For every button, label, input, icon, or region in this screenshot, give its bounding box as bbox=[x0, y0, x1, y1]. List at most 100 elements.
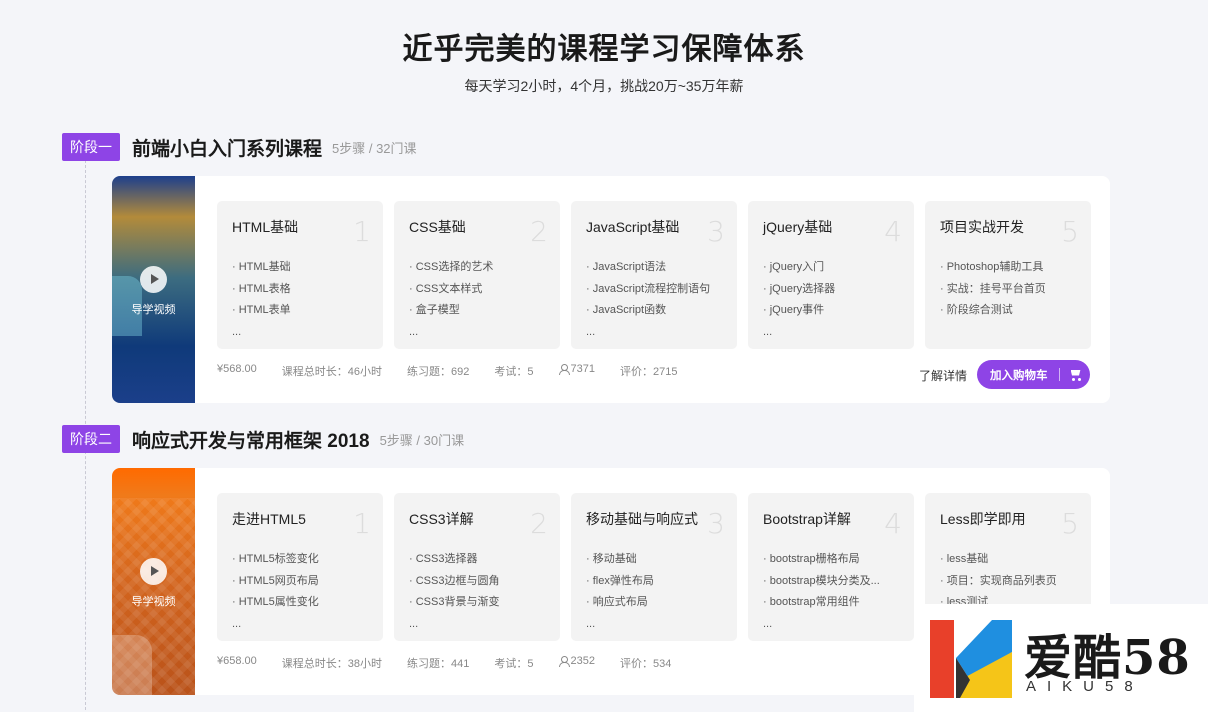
exam-count: 考试：5 bbox=[494, 366, 534, 378]
module-title: 走进HTML5 bbox=[232, 511, 306, 527]
details-link[interactable]: 了解详情 bbox=[919, 367, 967, 384]
module-item: · CSS3边框与圆角 bbox=[409, 574, 500, 587]
module-item: · bootstrap常用组件 bbox=[763, 596, 860, 608]
module-item: · jQuery事件 bbox=[763, 304, 825, 316]
module-number: 5 bbox=[1061, 507, 1079, 540]
module-card[interactable]: CSS3详解 2 · CSS3选择器 · CSS3边框与圆角 · CSS3背景与… bbox=[394, 493, 560, 641]
module-item: ... bbox=[763, 617, 773, 630]
module-item: · CSS选择的艺术 bbox=[409, 261, 494, 273]
user-icon bbox=[558, 364, 570, 375]
module-item: · bootstrap模块分类及... bbox=[763, 574, 880, 587]
watermark: 爱酷58 AIKU58 bbox=[914, 604, 1208, 712]
module-title: CSS3详解 bbox=[409, 511, 474, 527]
module-item: · CSS文本样式 bbox=[409, 282, 483, 295]
module-number: 3 bbox=[707, 507, 725, 540]
module-title: JavaScript基础 bbox=[586, 219, 680, 235]
stage-header-1: 阶段一 前端小白入门系列课程 5步骤 / 32门课 bbox=[62, 133, 417, 161]
stage-meta: 5步骤 / 30门课 bbox=[379, 432, 465, 448]
module-card[interactable]: 走进HTML5 1 · HTML5标签变化 · HTML5网页布局 · HTML… bbox=[217, 493, 383, 641]
module-title: Bootstrap详解 bbox=[763, 511, 851, 527]
module-item: · HTML5网页布局 bbox=[232, 574, 319, 587]
add-to-cart-button[interactable]: 加入购物车 bbox=[977, 360, 1090, 389]
module-card[interactable]: CSS基础 2 · CSS选择的艺术 · CSS文本样式 · 盒子模型 ... bbox=[394, 201, 560, 349]
module-item: · 项目：实现商品列表页 bbox=[940, 574, 1057, 587]
module-title: jQuery基础 bbox=[763, 219, 833, 235]
module-card[interactable]: jQuery基础 4 · jQuery入门 · jQuery选择器 · jQue… bbox=[748, 201, 914, 349]
watermark-subtext: AIKU58 bbox=[1026, 678, 1144, 695]
module-item: · 实战：挂号平台首页 bbox=[940, 282, 1046, 295]
price: ¥658.00 bbox=[217, 655, 257, 667]
module-item: ... bbox=[232, 617, 242, 630]
play-icon[interactable] bbox=[140, 266, 167, 293]
guide-video-label: 导学视频 bbox=[131, 596, 176, 608]
user-icon bbox=[558, 656, 570, 667]
module-item: · Photoshop辅助工具 bbox=[940, 261, 1044, 273]
course-stats: ¥658.00 课程总时长：38小时 练习题：441 考试：5 2352 评价：… bbox=[217, 655, 696, 671]
module-item: · HTML表格 bbox=[232, 282, 291, 295]
guide-video-thumbnail[interactable]: 导学视频 bbox=[112, 468, 195, 695]
module-card[interactable]: 项目实战开发 5 · Photoshop辅助工具 · 实战：挂号平台首页 · 阶… bbox=[925, 201, 1091, 349]
stage-title[interactable]: 前端小白入门系列课程 bbox=[132, 134, 322, 161]
stage-badge: 阶段二 bbox=[62, 425, 120, 453]
module-number: 4 bbox=[884, 507, 902, 540]
module-item: ... bbox=[763, 325, 773, 338]
price: ¥568.00 bbox=[217, 363, 257, 375]
module-card[interactable]: Bootstrap详解 4 · bootstrap栅格布局 · bootstra… bbox=[748, 493, 914, 641]
module-item: · HTML表单 bbox=[232, 304, 291, 316]
student-count-value: 2352 bbox=[570, 655, 595, 667]
module-item: · jQuery选择器 bbox=[763, 282, 836, 295]
module-title: CSS基础 bbox=[409, 219, 466, 235]
guide-video-label: 导学视频 bbox=[131, 304, 176, 316]
module-number: 5 bbox=[1061, 215, 1079, 248]
module-item: · JavaScript函数 bbox=[586, 304, 667, 316]
module-item: · HTML基础 bbox=[232, 261, 291, 273]
stage-badge: 阶段一 bbox=[62, 133, 120, 161]
duration: 课程总时长：46小时 bbox=[281, 366, 383, 378]
course-stats: ¥568.00 课程总时长：46小时 练习题：692 考试：5 7371 评价：… bbox=[217, 363, 702, 379]
review-count: 评价：2715 bbox=[619, 366, 678, 378]
module-item: ... bbox=[232, 325, 242, 338]
student-count: 7371 bbox=[558, 363, 595, 379]
module-card[interactable]: 移动基础与响应式 3 · 移动基础 · flex弹性布局 · 响应式布局 ... bbox=[571, 493, 737, 641]
module-number: 3 bbox=[707, 215, 725, 248]
review-count: 评价：534 bbox=[619, 658, 672, 670]
module-number: 2 bbox=[530, 215, 548, 248]
aiku58-logo-icon bbox=[930, 620, 1012, 698]
cart-icon bbox=[1069, 369, 1083, 381]
module-item: ... bbox=[409, 325, 419, 338]
module-number: 4 bbox=[884, 215, 902, 248]
guide-video-thumbnail[interactable]: 导学视频 bbox=[112, 176, 195, 403]
module-card[interactable]: JavaScript基础 3 · JavaScript语法 · JavaScri… bbox=[571, 201, 737, 349]
module-title: Less即学即用 bbox=[940, 511, 1026, 527]
module-item: ... bbox=[586, 325, 596, 338]
module-item: · HTML5标签变化 bbox=[232, 553, 319, 565]
module-title: HTML基础 bbox=[232, 219, 299, 235]
exercise-count: 练习题：692 bbox=[407, 366, 470, 378]
module-title: 项目实战开发 bbox=[940, 219, 1024, 235]
module-item: · jQuery入门 bbox=[763, 261, 825, 273]
module-item: · less基础 bbox=[940, 553, 989, 565]
module-number: 1 bbox=[353, 507, 371, 540]
module-title: 移动基础与响应式 bbox=[586, 511, 698, 527]
module-item: · 阶段综合测试 bbox=[940, 304, 1013, 316]
module-item: · JavaScript流程控制语句 bbox=[586, 282, 711, 295]
module-item: · 响应式布局 bbox=[586, 596, 648, 608]
module-item: ... bbox=[409, 617, 419, 630]
add-to-cart-label: 加入购物车 bbox=[990, 369, 1048, 382]
module-list: HTML基础 1 · HTML基础 · HTML表格 · HTML表单 ... … bbox=[217, 201, 1091, 349]
module-item: · 盒子模型 bbox=[409, 304, 460, 316]
module-item: · flex弹性布局 bbox=[586, 574, 654, 587]
exam-count: 考试：5 bbox=[494, 658, 534, 670]
module-card[interactable]: HTML基础 1 · HTML基础 · HTML表格 · HTML表单 ... bbox=[217, 201, 383, 349]
stage-title[interactable]: 响应式开发与常用框架 2018 bbox=[132, 426, 370, 453]
page-subtitle: 每天学习2小时，4个月，挑战20万~35万年薪 bbox=[464, 78, 744, 94]
module-item: ... bbox=[586, 617, 596, 630]
module-item: · HTML5属性变化 bbox=[232, 596, 319, 608]
module-number: 1 bbox=[353, 215, 371, 248]
module-item: · JavaScript语法 bbox=[586, 261, 667, 273]
module-item: · CSS3背景与渐变 bbox=[409, 596, 500, 608]
stage-header-2: 阶段二 响应式开发与常用框架 2018 5步骤 / 30门课 bbox=[62, 425, 464, 453]
page-title: 近乎完美的课程学习保障体系 bbox=[402, 33, 806, 66]
play-icon[interactable] bbox=[140, 558, 167, 585]
stage-meta: 5步骤 / 32门课 bbox=[332, 140, 417, 156]
